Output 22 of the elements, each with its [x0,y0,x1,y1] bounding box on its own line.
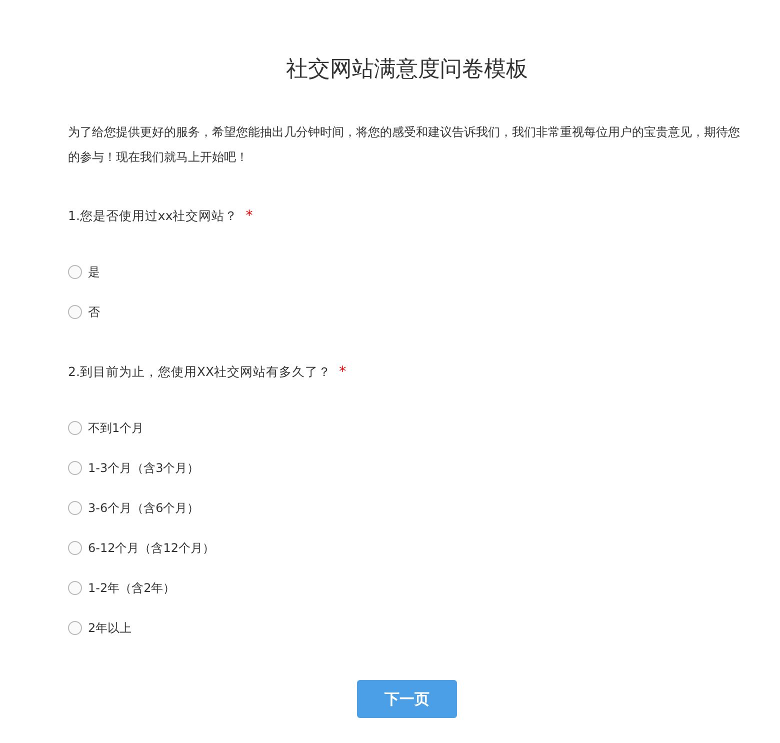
radio-option[interactable]: 是 [68,262,100,282]
question-text: 2.到目前为止，您使用XX社交网站有多久了？ [68,364,332,380]
survey-title: 社交网站满意度问卷模板 [285,56,529,84]
radio-option[interactable]: 3-6个月（含6个月） [68,498,200,518]
radio-button[interactable] [68,265,82,279]
radio-button[interactable] [68,541,82,555]
radio-option[interactable]: 否 [68,302,100,322]
radio-option[interactable]: 不到1个月 [68,418,144,438]
radio-option[interactable]: 1-3个月（含3个月） [68,458,200,478]
radio-option[interactable]: 6-12个月（含12个月） [68,538,215,558]
radio-button[interactable] [68,621,82,635]
required-asterisk: * [246,208,253,224]
radio-button[interactable] [68,461,82,475]
required-asterisk: * [339,364,346,380]
intro-paragraph: 为了给您提供更好的服务，希望您能抽出几分钟时间，将您的感受和建议告诉我们，我们非常重视每位用户的宝贵意见，期待您的参与！现在我们就马上开始吧！ [68,124,741,166]
radio-button[interactable] [68,305,82,319]
radio-option[interactable]: 2年以上 [68,618,132,638]
radio-button[interactable] [68,501,82,515]
radio-button[interactable] [68,581,82,595]
question-text: 1.您是否使用过xx社交网站？ [68,208,238,224]
radio-option[interactable]: 1-2年（含2年） [68,578,176,598]
radio-button[interactable] [68,421,82,435]
